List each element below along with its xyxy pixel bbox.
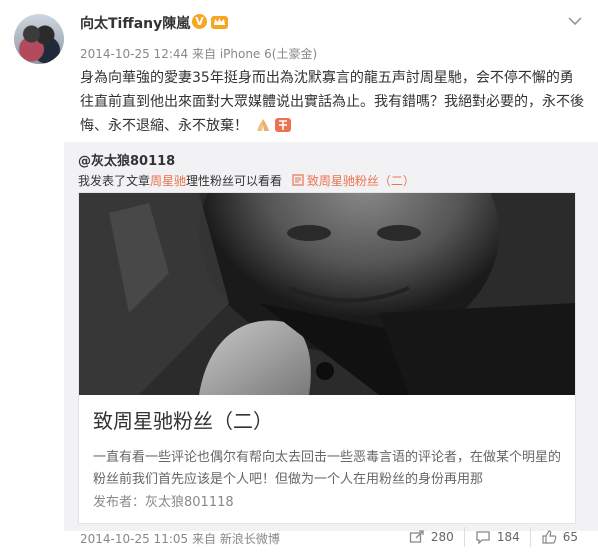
share-count: 280 (430, 530, 454, 544)
comment-button[interactable]: 184 (463, 527, 530, 547)
cheer-icon (275, 118, 292, 132)
article-author: 发布者：灰太狼801118 (93, 495, 234, 510)
article-link-icon (292, 174, 304, 186)
article-card[interactable]: 致周星驰粉丝（二） 一直有看一些评论也偶尔有帮向太去回击一些恶毒言语的评论者，在… (78, 192, 576, 524)
comment-count: 184 (496, 530, 520, 544)
repost-time[interactable]: 2014-10-25 11:05 (80, 532, 188, 546)
article-cover-image[interactable] (79, 193, 575, 395)
post-meta: 2014-10-25 12:44 来自 iPhone 6(土豪金) (80, 45, 317, 62)
chevron-down-icon[interactable] (566, 14, 584, 28)
repost-username[interactable]: @灰太狼80118 (78, 150, 175, 169)
post-content: 身為向華強的愛妻35年挺身而出為沈默寡言的龍五声討周星馳，会不停不懈的勇往直前直… (80, 66, 585, 138)
repost-text: 我发表了文章周星驰理性粉丝可以看看 致周星驰粉丝（二） (78, 172, 415, 189)
article-description: 一直有看一些评论也偶尔有帮向太去回击一些恶毒言语的评论者，在做某个明星的粉丝前我… (93, 450, 562, 487)
post-time[interactable]: 2014-10-25 12:44 (80, 47, 188, 61)
share-button[interactable]: 280 (399, 527, 464, 547)
like-count: 65 (562, 530, 578, 544)
repost-text-suffix: 理性粉丝可以看看 (186, 174, 283, 188)
pray-hands-icon (257, 119, 270, 131)
post-source[interactable]: iPhone 6(土豪金) (220, 47, 317, 61)
weibo-post: 向太Tiffany陳嵐 V 2014-10-25 12:44 来自 iPhone… (0, 0, 598, 558)
repost-keyword-link[interactable]: 周星驰 (150, 174, 186, 188)
post-username[interactable]: 向太Tiffany陳嵐 (80, 13, 190, 33)
repost-text-prefix: 我发表了文章 (78, 174, 151, 188)
repost-meta: 2014-10-25 11:05 来自 新浪长微博 (80, 530, 280, 547)
repost-from-label: 来自 (191, 532, 216, 546)
like-button[interactable]: 65 (529, 527, 588, 547)
from-label: 来自 (191, 47, 216, 61)
share-icon (409, 530, 424, 543)
crown-icon[interactable] (211, 13, 228, 29)
like-icon (542, 530, 557, 544)
repost-box: @灰太狼80118 我发表了文章周星驰理性粉丝可以看看 致周星驰粉丝（二） 致周… (64, 142, 598, 531)
article-link[interactable]: 致周星驰粉丝（二） (307, 174, 415, 188)
verified-badge-icon[interactable]: V (192, 14, 207, 29)
user-avatar[interactable] (14, 14, 64, 64)
post-text: 身為向華強的愛妻35年挺身而出為沈默寡言的龍五声討周星馳，会不停不懈的勇往直前直… (80, 70, 584, 134)
article-title[interactable]: 致周星驰粉丝（二） (93, 405, 273, 434)
comment-icon (476, 531, 490, 544)
repost-source[interactable]: 新浪长微博 (220, 532, 280, 546)
repost-actions: 280 184 65 (399, 527, 588, 547)
